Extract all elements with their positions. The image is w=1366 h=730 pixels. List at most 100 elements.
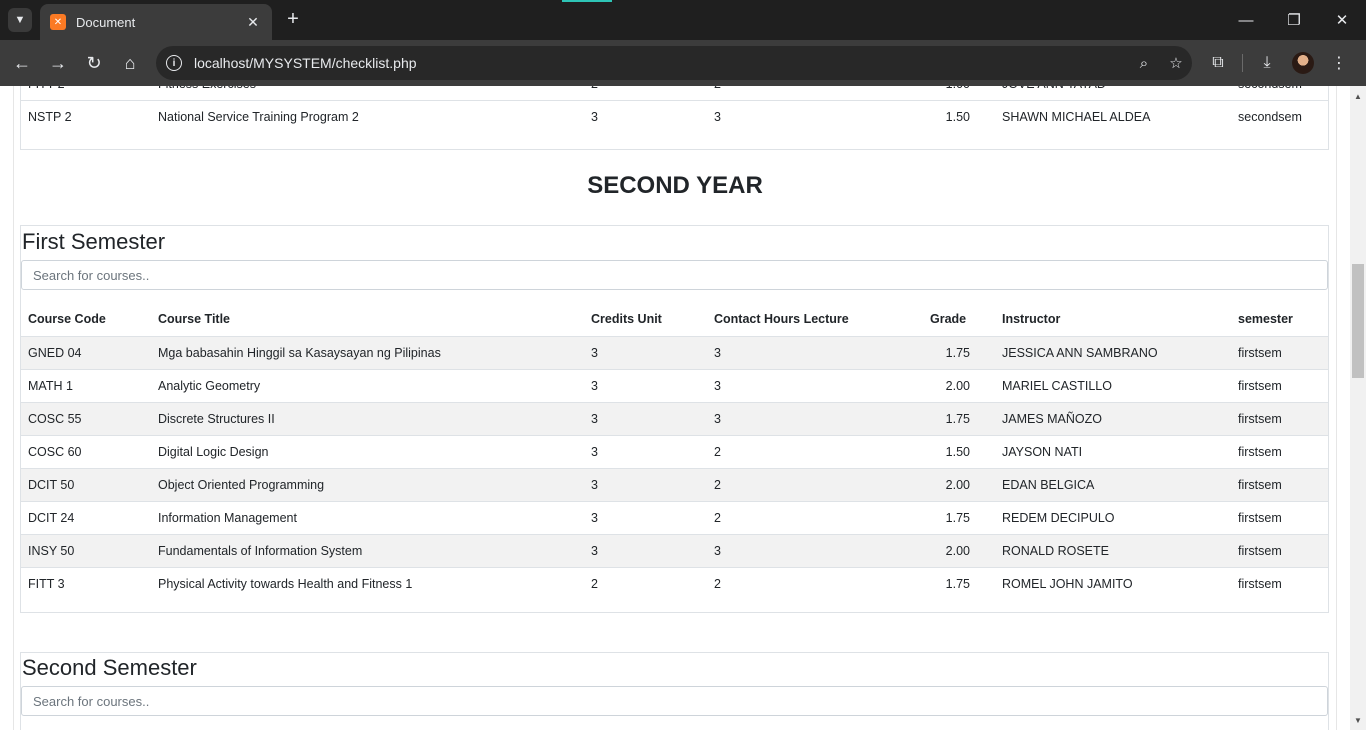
table-row: DCIT 50 Object Oriented Programming 3 2 2.00…	[21, 467, 1328, 501]
table-cell: firstsem	[1231, 566, 1328, 600]
table-cell: 3	[707, 335, 923, 369]
table-cell: COSC 60	[21, 434, 151, 468]
window-close-icon[interactable]: ✕	[1318, 0, 1366, 40]
table-cell: firstsem	[1231, 434, 1328, 468]
table-cell: 3	[584, 467, 707, 501]
download-icon[interactable]: ⤓	[1249, 54, 1285, 72]
home-icon[interactable]: ⌂	[116, 49, 144, 77]
close-icon[interactable]: ✕	[244, 14, 262, 31]
chevron-down-icon[interactable]: ▼	[8, 8, 32, 32]
table-cell: 1.75	[923, 335, 995, 369]
table-cell: 3	[707, 100, 923, 134]
table-cell: 1.00	[923, 86, 995, 101]
arrow-right-icon[interactable]: →	[44, 49, 72, 77]
table-cell: 3	[584, 401, 707, 435]
column-header: Instructor	[995, 303, 1231, 337]
table-cell: 2	[707, 500, 923, 534]
table-row: NSTP 2 National Service Training Program …	[21, 100, 1328, 134]
table-cell: Fundamentals of Information System	[151, 533, 584, 567]
table-cell: 2	[584, 566, 707, 600]
minimize-icon[interactable]: —	[1222, 0, 1270, 40]
column-header: Grade	[923, 303, 995, 337]
table-cell: firstsem	[1231, 401, 1328, 435]
table-row: MATH 1 Analytic Geometry 3 3 2.00 MARIEL CAST…	[21, 368, 1328, 402]
plus-icon[interactable]: +	[282, 8, 304, 32]
second-semester-title: Second Semester	[22, 655, 197, 680]
puzzle-icon[interactable]: ⧉	[1200, 54, 1236, 72]
first-semester-title: First Semester	[22, 229, 166, 254]
reload-icon[interactable]: ↻	[80, 49, 108, 77]
scrollbar-thumb[interactable]	[1352, 264, 1364, 378]
restore-icon[interactable]: ❐	[1270, 0, 1318, 40]
table-cell: 3	[584, 100, 707, 134]
prev-semester-table: FITT 2Fitness Exercises221.00JOVE ANN TA…	[21, 86, 1328, 134]
table-cell: DCIT 50	[21, 467, 151, 501]
table-cell: 3	[707, 533, 923, 567]
column-header: semester	[1231, 303, 1328, 337]
scroll-down-icon[interactable]: ▼	[1350, 712, 1366, 728]
table-header-row: Course Code Course Title Credits Unit Conta…	[21, 303, 1328, 337]
toolbar-divider	[1242, 54, 1243, 72]
column-header: Credits Unit	[584, 303, 707, 337]
table-row: FITT 3 Physical Activity towards Health a…	[21, 566, 1328, 600]
first-semester-table: Course Code Course Title Credits Unit Conta…	[21, 303, 1328, 600]
table-cell: 3	[707, 401, 923, 435]
prev-semester-card: FITT 2Fitness Exercises221.00JOVE ANN TA…	[20, 86, 1329, 150]
table-cell: 1.50	[923, 100, 995, 134]
table-cell: 3	[584, 500, 707, 534]
table-row: COSC 60 Digital Logic Design 3 2 1.50 JAYSON …	[21, 434, 1328, 468]
zoom-icon[interactable]: ⌕	[1128, 55, 1160, 72]
url-text[interactable]: localhost/MYSYSTEM/checklist.php	[194, 55, 1128, 71]
arrow-left-icon[interactable]: ←	[8, 49, 36, 77]
table-cell: JAYSON NATI	[995, 434, 1231, 468]
table-cell: REDEM DECIPULO	[995, 500, 1231, 534]
table-cell: 1.75	[923, 566, 995, 600]
star-icon[interactable]: ☆	[1160, 54, 1192, 72]
info-icon[interactable]: i	[166, 55, 182, 71]
browser-toolbar: ← → ↻ ⌂ i localhost/MYSYSTEM/checklist.p…	[0, 40, 1366, 86]
tab-document[interactable]: ✕ Document ✕	[40, 4, 272, 40]
table-row: GNED 04 Mga babasahin Hinggil sa Kasaysay…	[21, 335, 1328, 369]
second-semester-search-input[interactable]	[21, 686, 1328, 716]
page-viewport: FITT 2Fitness Exercises221.00JOVE ANN TA…	[0, 86, 1350, 730]
table-cell: Object Oriented Programming	[151, 467, 584, 501]
xampp-favicon-icon: ✕	[50, 14, 66, 30]
table-cell: Physical Activity towards Health and Fit…	[151, 566, 584, 600]
table-cell: Fitness Exercises	[151, 86, 584, 101]
table-row: FITT 2Fitness Exercises221.00JOVE ANN TA…	[21, 86, 1328, 101]
kebab-menu-icon[interactable]: ⋮	[1321, 53, 1357, 73]
table-cell: firstsem	[1231, 500, 1328, 534]
avatar[interactable]	[1292, 52, 1314, 74]
table-cell: NSTP 2	[21, 100, 151, 134]
table-cell: GNED 04	[21, 335, 151, 369]
table-cell: Discrete Structures II	[151, 401, 584, 435]
tab-title: Document	[76, 14, 136, 30]
tab-accent-bar	[562, 0, 612, 2]
table-cell: 2	[707, 566, 923, 600]
table-cell: 2.00	[923, 368, 995, 402]
table-cell: 3	[584, 335, 707, 369]
first-table-body: GNED 04 Mga babasahin Hinggil sa Kasaysay…	[21, 335, 1328, 600]
column-header: Course Code	[21, 303, 151, 337]
table-cell: INSY 50	[21, 533, 151, 567]
table-row: INSY 50 Fundamentals of Information Syste…	[21, 533, 1328, 567]
table-cell: FITT 2	[21, 86, 151, 101]
table-cell: 1.75	[923, 500, 995, 534]
column-header: Contact Hours Lecture	[707, 303, 923, 337]
year-heading: SECOND YEAR	[587, 172, 763, 199]
table-cell: JOVE ANN TAYAD	[995, 86, 1231, 101]
table-cell: MARIEL CASTILLO	[995, 368, 1231, 402]
scroll-up-icon[interactable]: ▲	[1350, 88, 1366, 104]
table-cell: secondsem	[1231, 86, 1328, 101]
table-cell: secondsem	[1231, 100, 1328, 134]
prev-table-body: FITT 2Fitness Exercises221.00JOVE ANN TA…	[21, 86, 1328, 134]
address-bar[interactable]: i localhost/MYSYSTEM/checklist.php ⌕ ☆	[156, 46, 1192, 80]
table-row: COSC 55 Discrete Structures II 3 3 1.75 JAMES…	[21, 401, 1328, 435]
table-cell: EDAN BELGICA	[995, 467, 1231, 501]
first-semester-search-input[interactable]	[21, 260, 1328, 290]
table-cell: 2	[707, 86, 923, 101]
table-cell: Information Management	[151, 500, 584, 534]
table-cell: 2.00	[923, 533, 995, 567]
table-cell: firstsem	[1231, 533, 1328, 567]
page-scrollbar[interactable]: ▲ ▼	[1350, 86, 1366, 730]
